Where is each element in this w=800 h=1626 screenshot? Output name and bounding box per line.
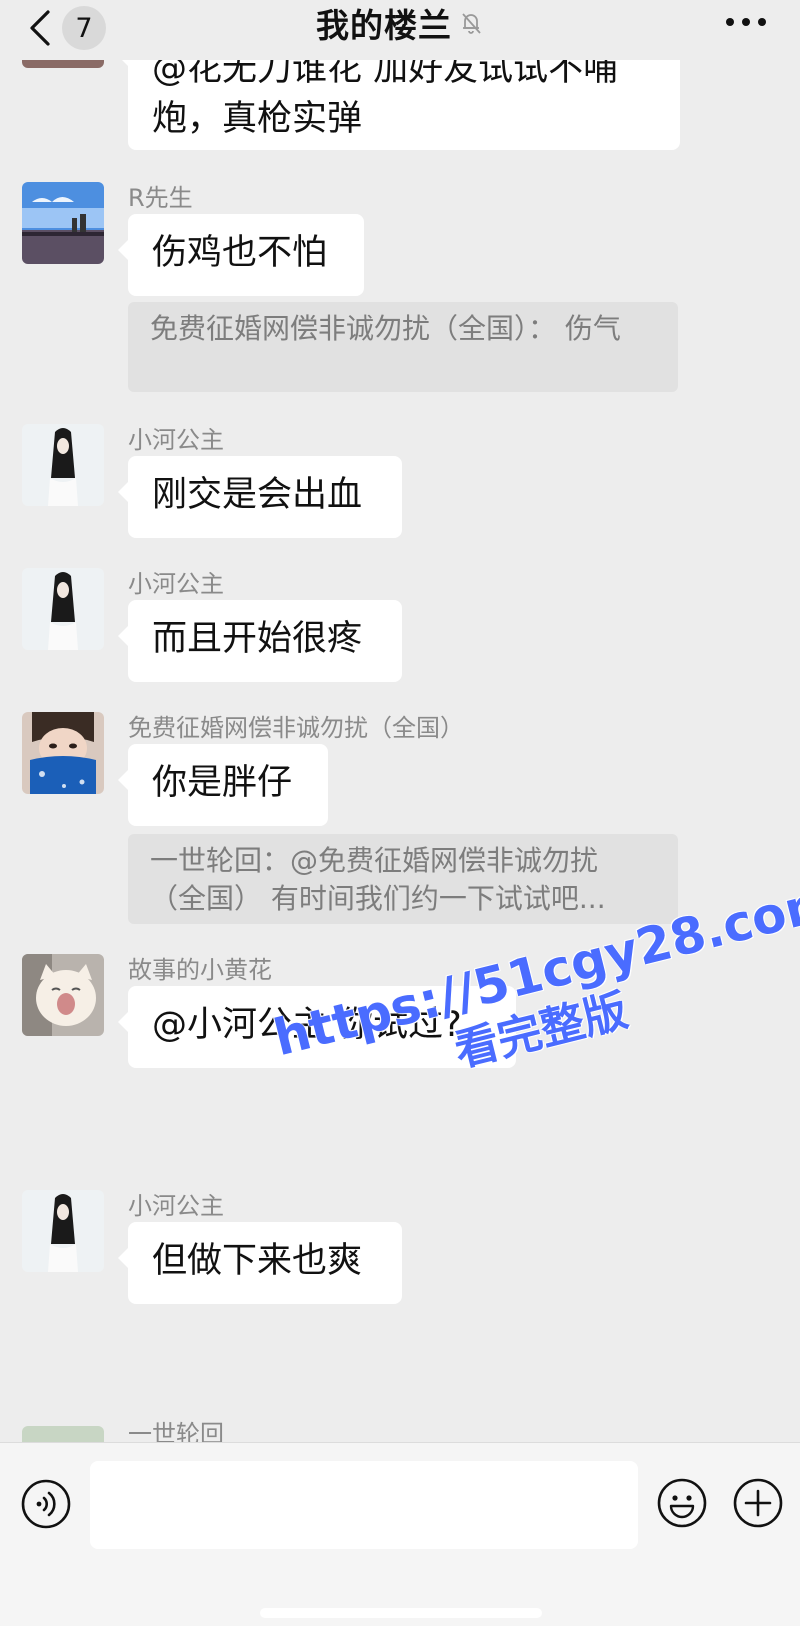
sender-name: R先生 — [128, 184, 193, 212]
message-text: 而且开始很疼 — [152, 619, 363, 659]
quoted-text: 一世轮回：@免费征婚网偿非诚勿扰 （全国） 有时间我们约一下试试吧... — [150, 844, 606, 915]
emoji-icon[interactable] — [656, 1477, 708, 1529]
voice-icon[interactable] — [20, 1478, 72, 1530]
message-bubble[interactable]: 但做下来也爽 — [118, 1222, 402, 1304]
avatar[interactable] — [22, 954, 104, 1036]
message-text: 伤鸡也不怕 — [152, 233, 328, 273]
message-bubble[interactable]: 你是胖仔 — [118, 744, 328, 826]
top-bar: 7 我的楼兰 — [0, 0, 800, 60]
message-text: 但做下来也爽 — [152, 1241, 363, 1281]
avatar[interactable] — [22, 424, 104, 506]
plus-circle-icon[interactable] — [732, 1477, 784, 1529]
input-bar — [0, 1442, 800, 1626]
sender-name: 故事的小黄花 — [128, 956, 272, 984]
message-text: 刚交是会出血 — [152, 475, 363, 515]
avatar[interactable] — [22, 182, 104, 264]
sender-name: 小河公主 — [128, 426, 224, 454]
avatar[interactable] — [22, 1190, 104, 1272]
home-indicator — [260, 1608, 542, 1618]
message-bubble[interactable]: 而且开始很疼 — [118, 600, 402, 682]
sender-name: 小河公主 — [128, 1192, 224, 1220]
message-bubble[interactable]: 刚交是会出血 — [118, 456, 402, 538]
message-input[interactable] — [90, 1461, 638, 1549]
more-dots-icon[interactable] — [724, 10, 768, 34]
quoted-reply[interactable]: 免费征婚网偿非诚勿扰（全国）： 伤气 — [128, 302, 678, 392]
sender-name: 免费征婚网偿非诚勿扰（全国） — [128, 714, 464, 742]
quoted-reply[interactable]: 一世轮回：@免费征婚网偿非诚勿扰 （全国） 有时间我们约一下试试吧... — [128, 834, 678, 924]
quoted-text: 免费征婚网偿非诚勿扰（全国）： 伤气 — [150, 312, 621, 345]
message-text: 炮，真枪实弹 — [152, 99, 363, 139]
avatar[interactable] — [22, 568, 104, 650]
sender-name: 小河公主 — [128, 570, 224, 598]
message-text: 你是胖仔 — [152, 763, 293, 803]
title-wrap: 我的楼兰 — [0, 0, 800, 46]
chat-title: 我的楼兰 — [316, 6, 452, 45]
bell-off-icon — [462, 13, 481, 34]
message-bubble[interactable]: 伤鸡也不怕 — [118, 214, 364, 296]
avatar[interactable] — [22, 712, 104, 794]
